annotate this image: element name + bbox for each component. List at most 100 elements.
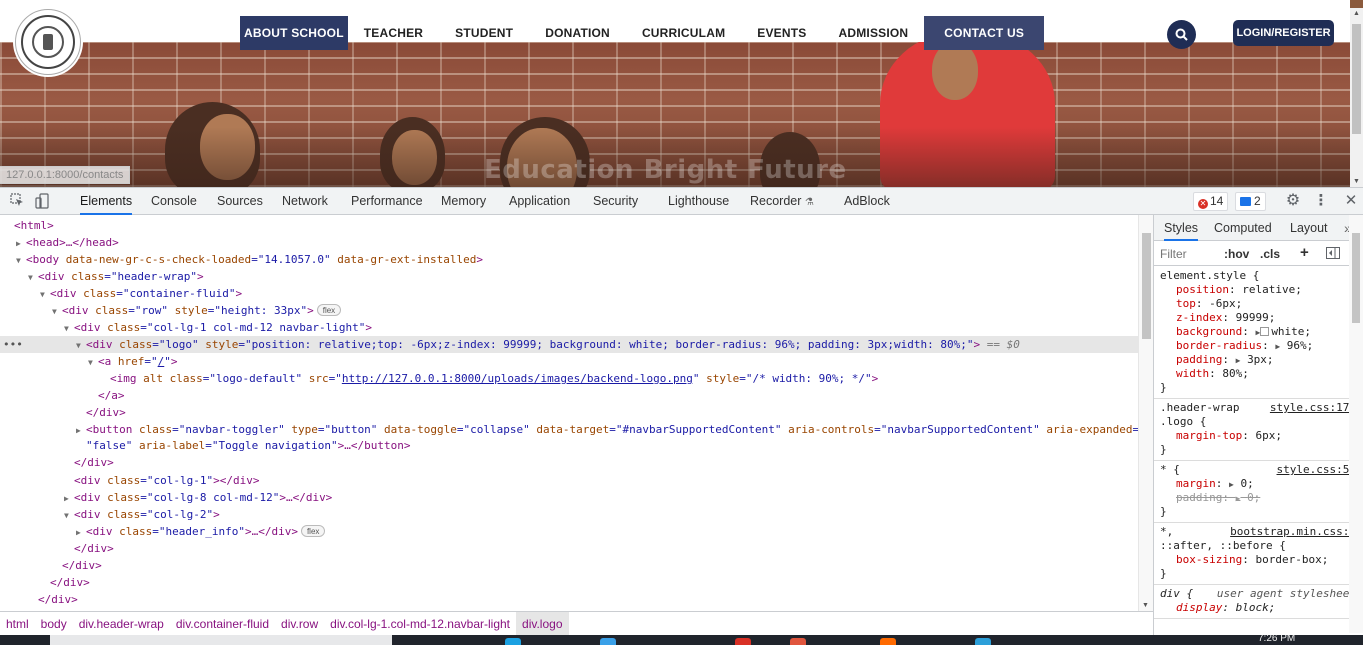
collapse-triangle-icon[interactable]: ▼	[40, 286, 50, 302]
dom-node-html[interactable]: <html>	[0, 217, 1138, 234]
breadcrumb-row[interactable]: div.row	[275, 617, 324, 631]
rule-user-agent-div[interactable]: user agent stylesheet div { display: blo…	[1154, 585, 1363, 619]
css-property[interactable]: background: ▶ white;	[1160, 325, 1363, 339]
scrollbar-thumb[interactable]	[1352, 24, 1361, 134]
app-icon[interactable]	[880, 638, 896, 645]
scrollbar-thumb[interactable]	[1142, 233, 1151, 339]
dom-node-row[interactable]: ▼ <div class="row" style="height: 33px"> f…	[0, 302, 1138, 319]
dom-node-anchor[interactable]: ▼ <a href="/">	[0, 353, 1138, 370]
expand-triangle-icon[interactable]: ▶	[76, 524, 86, 540]
dom-node-logo-selected[interactable]: ••• ▼ <div class="logo" style="position: r…	[0, 336, 1138, 353]
tab-sources[interactable]: Sources	[217, 188, 263, 215]
tab-memory[interactable]: Memory	[441, 188, 486, 215]
nav-curriculam[interactable]: CURRICULAM	[626, 16, 741, 50]
device-toolbar-icon[interactable]	[34, 193, 50, 209]
collapse-triangle-icon[interactable]: ▼	[76, 337, 86, 353]
elements-scrollbar[interactable]: ▼	[1138, 215, 1153, 611]
collapse-triangle-icon[interactable]: ▼	[88, 354, 98, 370]
dom-node-anchor-close[interactable]: </a>	[0, 387, 1138, 404]
errors-badge[interactable]: ✕ 14	[1193, 192, 1229, 211]
tab-security[interactable]: Security	[593, 188, 638, 215]
expand-triangle-icon[interactable]: ▶	[1229, 480, 1234, 489]
taskbar-search-box[interactable]	[50, 635, 392, 645]
tab-elements[interactable]: Elements	[80, 188, 133, 215]
tab-layout[interactable]: Layout	[1290, 215, 1328, 241]
nav-donation[interactable]: DONATION	[529, 16, 626, 50]
src-link[interactable]: http://127.0.0.1:8000/uploads/images/bac…	[342, 372, 693, 385]
tab-performance[interactable]: Performance	[351, 188, 423, 215]
tab-lighthouse[interactable]: Lighthouse	[668, 188, 729, 215]
toggle-sidebar-icon[interactable]	[1326, 247, 1340, 262]
hover-state-toggle[interactable]: :hov	[1224, 247, 1249, 261]
breadcrumb-container-fluid[interactable]: div.container-fluid	[170, 617, 275, 631]
nav-admission[interactable]: ADMISSION	[822, 16, 924, 50]
dom-node-button-cont[interactable]: "false" aria-label="Toggle navigation">……	[0, 437, 1138, 454]
breadcrumb-html[interactable]: html	[0, 617, 35, 631]
rule-source-link[interactable]: bootstrap.min.css:6	[1230, 525, 1356, 538]
rule-source-link[interactable]: style.css:179	[1270, 401, 1356, 414]
dom-node-img[interactable]: <img alt class="logo-default" src="http:…	[0, 370, 1138, 387]
collapse-triangle-icon[interactable]: ▼	[16, 252, 26, 268]
inspect-element-icon[interactable]	[9, 193, 25, 209]
breadcrumb-header-wrap[interactable]: div.header-wrap	[73, 617, 170, 631]
css-property[interactable]: top: -6px;	[1160, 297, 1363, 311]
css-property[interactable]: margin: ▶ 0;	[1160, 477, 1363, 491]
scroll-up-icon[interactable]: ▲	[1353, 10, 1360, 17]
css-property[interactable]: margin-top: 6px;	[1160, 429, 1363, 443]
dom-node-div-close[interactable]: </div>	[0, 404, 1138, 421]
node-actions-icon[interactable]: •••	[3, 336, 23, 353]
expand-triangle-icon[interactable]: ▶	[76, 422, 86, 438]
breadcrumb-logo[interactable]: div.logo	[516, 612, 569, 636]
dom-node-container-fluid[interactable]: ▼ <div class="container-fluid">	[0, 285, 1138, 302]
close-devtools-icon[interactable]: ✕	[1343, 193, 1359, 209]
css-property[interactable]: width: 80%;	[1160, 367, 1363, 381]
scrollbar-thumb[interactable]	[1352, 233, 1360, 323]
nav-events[interactable]: EVENTS	[741, 16, 822, 50]
page-scrollbar[interactable]: ▲ ▼	[1350, 8, 1363, 187]
class-toggle[interactable]: .cls	[1260, 247, 1280, 261]
collapse-triangle-icon[interactable]: ▼	[64, 320, 74, 336]
rule-element-style[interactable]: element.style { position: relative; top:…	[1154, 267, 1363, 399]
collapse-triangle-icon[interactable]: ▼	[52, 303, 62, 319]
collapse-triangle-icon[interactable]: ▼	[64, 507, 74, 523]
dom-node-header-info[interactable]: ▶ <div class="header_info">…</div> flex	[0, 523, 1138, 540]
flex-badge[interactable]: flex	[316, 304, 342, 316]
dom-node-div-close[interactable]: </div>	[0, 540, 1138, 557]
scroll-down-icon[interactable]: ▼	[1142, 602, 1149, 609]
flex-badge[interactable]: flex	[300, 525, 326, 537]
tab-styles[interactable]: Styles	[1164, 215, 1199, 241]
nav-teacher[interactable]: TEACHER	[348, 16, 439, 50]
rule-source-link[interactable]: style.css:50	[1277, 463, 1356, 476]
settings-gear-icon[interactable]: ⚙	[1285, 193, 1301, 209]
dom-node-body[interactable]: ▼ <body data-new-gr-c-s-check-loaded="14.…	[0, 251, 1138, 268]
styles-scrollbar[interactable]	[1349, 215, 1363, 633]
more-options-icon[interactable]: ⋮	[1313, 193, 1329, 209]
css-property[interactable]: box-sizing: border-box;	[1160, 553, 1363, 567]
taskbar-clock[interactable]: 7:26 PM	[1258, 635, 1295, 644]
expand-triangle-icon[interactable]: ▶	[16, 235, 26, 251]
dom-node-div-close[interactable]: </div>	[0, 591, 1138, 608]
rule-box-sizing[interactable]: bootstrap.min.css:6 *, ::after, ::before…	[1154, 523, 1363, 585]
css-property-overridden[interactable]: padding: ▶ 0;	[1160, 491, 1363, 505]
expand-triangle-icon[interactable]: ▶	[1236, 356, 1241, 365]
expand-triangle-icon[interactable]: ▶	[1236, 494, 1241, 503]
dom-node-div-close[interactable]: </div>	[0, 557, 1138, 574]
dom-node-div-close[interactable]: </div>	[0, 574, 1138, 591]
nav-student[interactable]: STUDENT	[439, 16, 529, 50]
css-property[interactable]: z-index: 99999;	[1160, 311, 1363, 325]
dom-node-col-lg-2[interactable]: ▼ <div class="col-lg-2">	[0, 506, 1138, 523]
new-rule-plus-icon[interactable]: +	[1300, 244, 1309, 261]
app-icon[interactable]	[975, 638, 991, 645]
tab-adblock[interactable]: AdBlock	[844, 188, 890, 215]
scroll-down-icon[interactable]: ▼	[1353, 178, 1360, 185]
css-property[interactable]: position: relative;	[1160, 283, 1363, 297]
tab-recorder[interactable]: Recorder ⚗	[750, 188, 814, 215]
nav-about-school[interactable]: ABOUT SCHOOL	[240, 16, 348, 50]
expand-triangle-icon[interactable]: ▶	[1275, 342, 1280, 351]
tab-computed[interactable]: Computed	[1214, 215, 1272, 241]
breadcrumb-col-lg-1[interactable]: div.col-lg-1.col-md-12.navbar-light	[324, 617, 516, 631]
color-swatch[interactable]	[1260, 327, 1270, 336]
dom-node-col-lg-8[interactable]: ▶ <div class="col-lg-8 col-md-12">…</div>	[0, 489, 1138, 506]
collapse-triangle-icon[interactable]: ▼	[28, 269, 38, 285]
dom-node-col-lg-1-empty[interactable]: <div class="col-lg-1"></div>	[0, 472, 1138, 489]
